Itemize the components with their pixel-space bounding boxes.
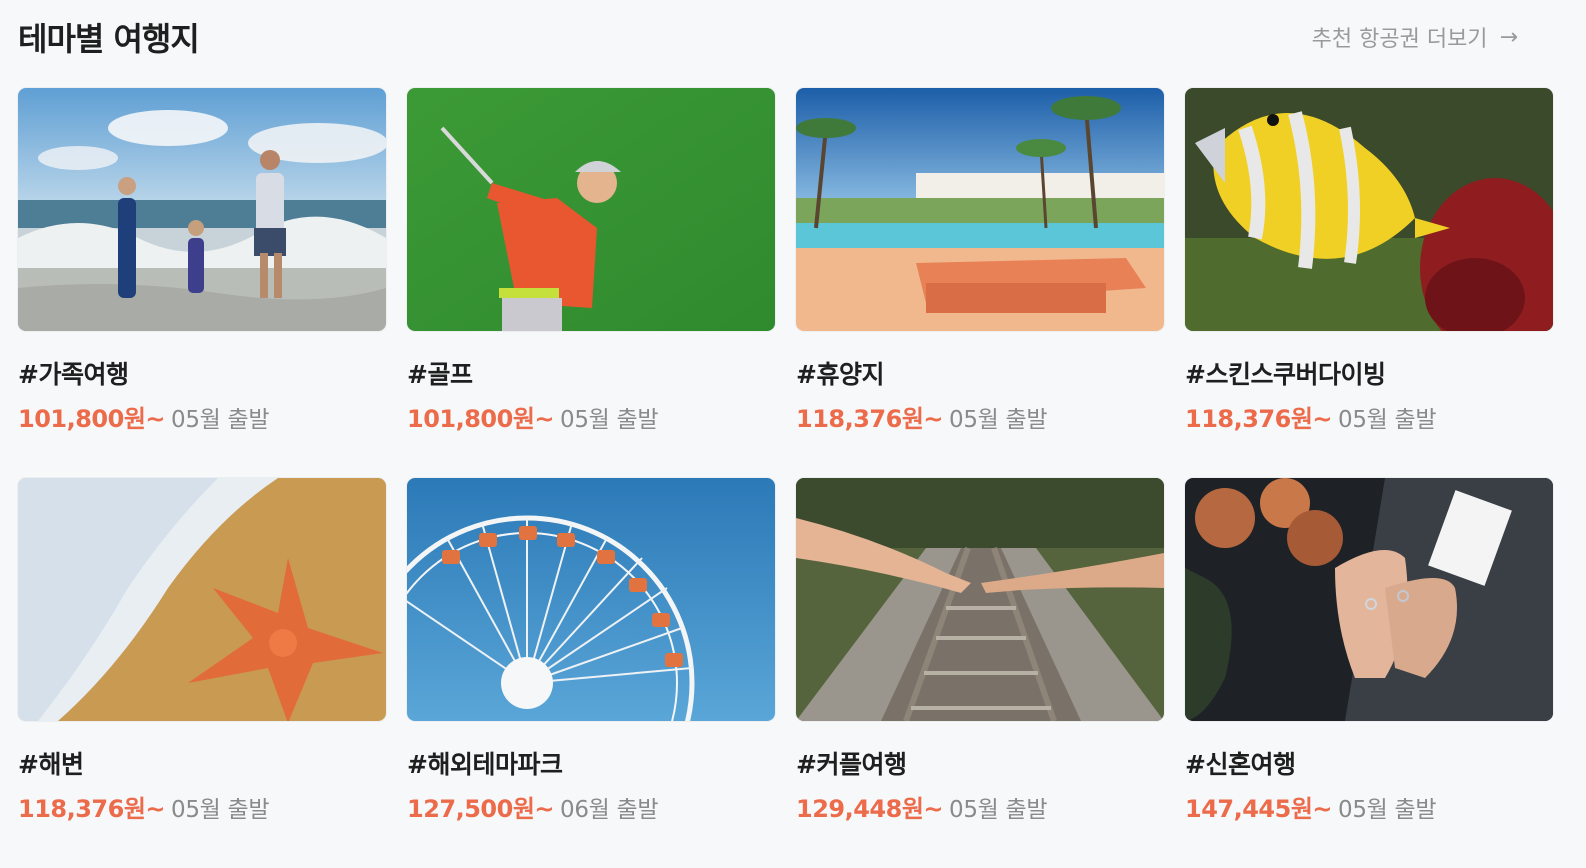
theme-card-golf[interactable]: #골프 101,800원~ 05월 출발 (407, 88, 775, 478)
theme-card-honeymoon[interactable]: #신혼여행 147,445원~ 05월 출발 (1185, 478, 1553, 868)
ferris-wheel-photo[interactable] (407, 478, 775, 721)
theme-card-scuba[interactable]: #스킨스쿠버다이빙 118,376원~ 05월 출발 (1185, 88, 1553, 478)
theme-card-family[interactable]: #가족여행 101,800원~ 05월 출발 (18, 88, 386, 478)
section-title: 테마별 여행지 (18, 20, 200, 58)
departure-month: 05월 출발 (949, 797, 1048, 823)
departure-month: 05월 출발 (1338, 797, 1437, 823)
more-flights-link[interactable]: 추천 항공권 더보기 → (1312, 21, 1518, 53)
departure-month: 05월 출발 (1338, 407, 1437, 433)
departure-month: 05월 출발 (949, 407, 1048, 433)
price-row: 118,376원~ 05월 출발 (796, 399, 1164, 434)
price-row: 127,500원~ 06월 출발 (407, 789, 775, 824)
price: 127,500원~ (407, 795, 555, 823)
price: 118,376원~ (796, 405, 944, 433)
theme-tag: #골프 (407, 360, 473, 389)
price-row: 118,376원~ 05월 출발 (18, 789, 386, 824)
theme-grid: #가족여행 101,800원~ 05월 출발 #골프 101,800원~ 05월… (18, 88, 1553, 868)
price-row: 129,448원~ 05월 출발 (796, 789, 1164, 824)
theme-tag: #해외테마파크 (407, 750, 563, 779)
theme-tag: #커플여행 (796, 750, 907, 779)
theme-tag: #신혼여행 (1185, 750, 1296, 779)
theme-tag: #휴양지 (796, 360, 884, 389)
more-flights-label: 추천 항공권 더보기 (1311, 27, 1488, 52)
departure-month: 05월 출발 (560, 407, 659, 433)
section-header: 테마별 여행지 추천 항공권 더보기 → (18, 14, 1518, 60)
price-row: 101,800원~ 05월 출발 (18, 399, 386, 434)
theme-card-beach[interactable]: #해변 118,376원~ 05월 출발 (18, 478, 386, 868)
departure-month: 05월 출발 (171, 797, 270, 823)
price: 118,376원~ (1185, 405, 1333, 433)
couple-railway-photo[interactable] (796, 478, 1164, 721)
theme-card-resort[interactable]: #휴양지 118,376원~ 05월 출발 (796, 88, 1164, 478)
wedding-rings-photo[interactable] (1185, 478, 1553, 721)
price-row: 147,445원~ 05월 출발 (1185, 789, 1553, 824)
theme-tag: #스킨스쿠버다이빙 (1185, 360, 1386, 389)
price: 101,800원~ (18, 405, 166, 433)
price: 118,376원~ (18, 795, 166, 823)
price: 101,800원~ (407, 405, 555, 433)
theme-card-couple[interactable]: #커플여행 129,448원~ 05월 출발 (796, 478, 1164, 868)
starfish-beach-photo[interactable] (18, 478, 386, 721)
theme-card-themepark[interactable]: #해외테마파크 127,500원~ 06월 출발 (407, 478, 775, 868)
tropical-fish-photo[interactable] (1185, 88, 1553, 331)
golfer-photo[interactable] (407, 88, 775, 331)
price: 147,445원~ (1185, 795, 1333, 823)
resort-pool-photo[interactable] (796, 88, 1164, 331)
family-beach-photo[interactable] (18, 88, 386, 331)
theme-tag: #해변 (18, 750, 84, 779)
theme-tag: #가족여행 (18, 360, 129, 389)
price-row: 101,800원~ 05월 출발 (407, 399, 775, 434)
departure-month: 05월 출발 (171, 407, 270, 433)
price: 129,448원~ (796, 795, 944, 823)
arrow-right-icon: → (1499, 24, 1518, 50)
departure-month: 06월 출발 (560, 797, 659, 823)
price-row: 118,376원~ 05월 출발 (1185, 399, 1553, 434)
